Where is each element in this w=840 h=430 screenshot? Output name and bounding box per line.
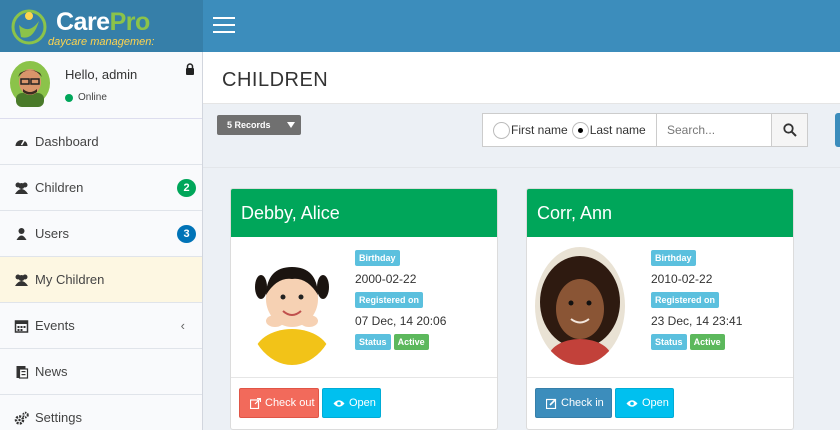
check-in-button[interactable]: Check in bbox=[535, 388, 612, 418]
child-card-body: Birthday 2010-02-22 Registered on 23 Dec… bbox=[527, 237, 793, 378]
sidebar-item-my-children[interactable]: My Children bbox=[0, 257, 202, 303]
child-photo bbox=[535, 247, 625, 365]
birthday-label: Birthday bbox=[651, 250, 696, 266]
child-card-body: Birthday 2000-02-22 Registered on 07 Dec… bbox=[231, 237, 497, 378]
sidebar-item-news[interactable]: News bbox=[0, 349, 202, 395]
name-filter-group: First name Last name bbox=[482, 113, 656, 147]
user-icon bbox=[16, 227, 27, 240]
newspaper-icon bbox=[16, 365, 29, 379]
sidebar-item-settings[interactable]: Settings bbox=[0, 395, 202, 430]
search-button[interactable] bbox=[771, 113, 808, 147]
child-card: Debby, Alice Birthday 2000-02-22 Registe… bbox=[230, 188, 498, 430]
sidebar-item-events[interactable]: Events ‹ bbox=[0, 303, 202, 349]
brand-name: CarePro bbox=[56, 8, 150, 36]
lock-icon[interactable] bbox=[185, 63, 195, 75]
status-label: Status bbox=[355, 334, 391, 350]
sidebar-item-users[interactable]: Users 3 bbox=[0, 211, 202, 257]
online-dot-icon bbox=[65, 93, 73, 102]
main-content: CHILDREN 5 Records First name Last name … bbox=[203, 52, 840, 430]
last-name-label: Last name bbox=[589, 123, 646, 137]
calendar-icon bbox=[14, 319, 29, 333]
users-count-badge: 3 bbox=[177, 224, 196, 243]
online-status: Online bbox=[65, 92, 107, 103]
dashboard-icon bbox=[15, 139, 28, 146]
carepro-logo-icon bbox=[11, 9, 47, 45]
eye-icon bbox=[333, 399, 345, 407]
sidebar-item-label: Users bbox=[35, 226, 69, 241]
page-title: CHILDREN bbox=[222, 69, 329, 91]
open-button[interactable]: Open bbox=[615, 388, 674, 418]
child-photo bbox=[247, 247, 337, 365]
edit-icon bbox=[546, 398, 557, 409]
sidebar-item-label: Settings bbox=[35, 410, 82, 425]
registered-value: 07 Dec, 14 20:06 bbox=[355, 314, 447, 328]
sidebar: Hello, admin Online Dashboard Children 2… bbox=[0, 52, 203, 430]
child-card: Corr, Ann Birthday 2010-02-22 Registered… bbox=[526, 188, 794, 430]
chevron-left-icon[interactable]: ‹ bbox=[181, 318, 185, 333]
child-card-footer: Check out Open bbox=[231, 378, 497, 429]
child-card-footer: Check in Open bbox=[527, 378, 793, 429]
add-child-button[interactable] bbox=[835, 113, 840, 147]
eye-icon bbox=[626, 399, 638, 407]
top-navbar bbox=[203, 0, 840, 52]
sidebar-item-label: Events bbox=[35, 318, 75, 333]
external-link-icon bbox=[250, 397, 261, 409]
registered-label: Registered on bbox=[355, 292, 424, 308]
child-name: Corr, Ann bbox=[527, 189, 793, 237]
birthday-label: Birthday bbox=[355, 250, 400, 266]
status-badge: Active bbox=[689, 334, 725, 350]
children-count-badge: 2 bbox=[177, 178, 196, 197]
birthday-value: 2000-02-22 bbox=[355, 272, 417, 286]
sidebar-item-label: My Children bbox=[35, 272, 105, 287]
registered-label: Registered on bbox=[651, 292, 720, 308]
divider bbox=[203, 167, 840, 168]
status-badge: Active bbox=[393, 334, 429, 350]
first-name-label: First name bbox=[511, 123, 568, 137]
brand-tagline: daycare managemen: bbox=[48, 36, 155, 48]
users-icon bbox=[15, 274, 28, 286]
search-input[interactable] bbox=[656, 113, 772, 147]
sidebar-item-label: News bbox=[35, 364, 68, 379]
page-header: CHILDREN bbox=[203, 52, 840, 104]
child-info: Birthday 2000-02-22 Registered on 07 Dec… bbox=[355, 250, 446, 350]
first-name-radio[interactable] bbox=[493, 121, 510, 139]
sidebar-item-dashboard[interactable]: Dashboard bbox=[0, 119, 202, 165]
records-per-page-select[interactable]: 5 Records bbox=[217, 115, 301, 135]
sidebar-toggle-icon[interactable] bbox=[213, 17, 235, 35]
last-name-radio[interactable] bbox=[571, 121, 589, 139]
registered-value: 23 Dec, 14 23:41 bbox=[651, 314, 743, 328]
open-button[interactable]: Open bbox=[322, 388, 381, 418]
gears-icon bbox=[14, 411, 29, 425]
birthday-value: 2010-02-22 bbox=[651, 272, 713, 286]
users-icon bbox=[15, 182, 28, 194]
user-greeting: Hello, admin bbox=[65, 67, 138, 82]
sidebar-item-label: Dashboard bbox=[35, 134, 99, 149]
sidebar-item-children[interactable]: Children 2 bbox=[0, 165, 202, 211]
status-label: Status bbox=[651, 334, 687, 350]
caret-down-icon bbox=[287, 122, 295, 128]
logo-bar[interactable]: CarePro daycare managemen: bbox=[0, 0, 203, 52]
sidebar-item-label: Children bbox=[35, 180, 84, 195]
search-icon bbox=[782, 123, 797, 137]
check-out-button[interactable]: Check out bbox=[239, 388, 319, 418]
child-info: Birthday 2010-02-22 Registered on 23 Dec… bbox=[651, 250, 742, 350]
user-avatar bbox=[10, 61, 50, 107]
child-name: Debby, Alice bbox=[231, 189, 497, 237]
user-panel: Hello, admin Online bbox=[0, 52, 202, 119]
